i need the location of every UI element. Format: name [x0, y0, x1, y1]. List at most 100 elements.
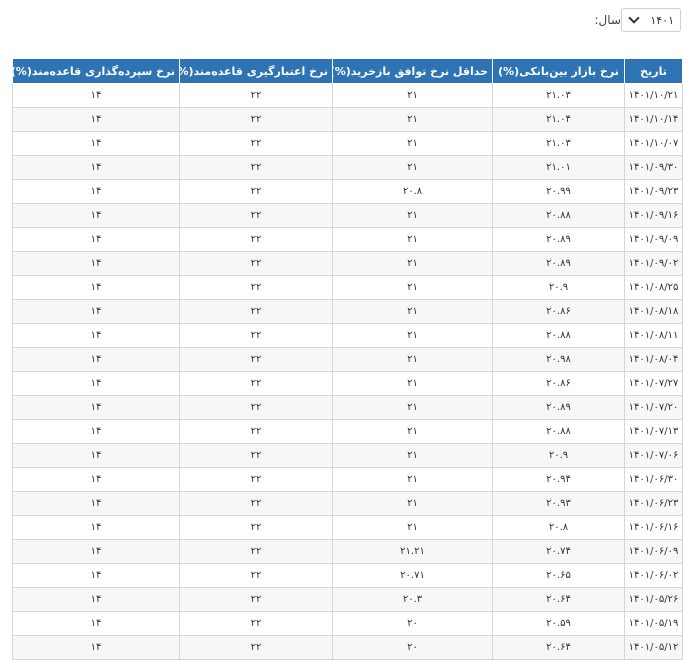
cell-interbank-rate: ۲۰.۶۴: [492, 635, 625, 660]
header-interbank-rate: نرخ بازار بین‌بانکی(%): [492, 58, 625, 84]
table-row: ۱۴۰۱/۰۵/۱۲ ۲۰.۶۴ ۲۰ ۲۲ ۱۴: [12, 635, 683, 660]
cell-standing-deposit-rate: ۱۴: [12, 203, 180, 228]
header-date: تاریخ: [624, 58, 683, 84]
cell-min-repo-rate: ۲۱: [332, 299, 493, 324]
cell-standing-credit-rate: ۲۲: [179, 203, 333, 228]
cell-interbank-rate: ۲۱.۰۱: [492, 155, 625, 180]
cell-standing-credit-rate: ۲۲: [179, 515, 333, 540]
cell-interbank-rate: ۲۱.۰۴: [492, 107, 625, 132]
cell-min-repo-rate: ۲۱: [332, 515, 493, 540]
cell-min-repo-rate: ۲۱: [332, 419, 493, 444]
cell-date: ۱۴۰۱/۰۵/۱۹: [624, 611, 683, 636]
header-standing-credit-rate: نرخ اعتبارگیری قاعده‌مند(%): [179, 58, 333, 84]
table-row: ۱۴۰۱/۱۰/۰۷ ۲۱.۰۳ ۲۱ ۲۲ ۱۴: [12, 131, 683, 156]
cell-standing-deposit-rate: ۱۴: [12, 539, 180, 564]
cell-date: ۱۴۰۱/۰۸/۱۸: [624, 299, 683, 324]
cell-interbank-rate: ۲۱.۰۳: [492, 83, 625, 108]
cell-min-repo-rate: ۲۱: [332, 227, 493, 252]
cell-standing-credit-rate: ۲۲: [179, 419, 333, 444]
cell-min-repo-rate: ۲۰.۷۱: [332, 563, 493, 588]
cell-standing-credit-rate: ۲۲: [179, 467, 333, 492]
cell-interbank-rate: ۲۰.۸۸: [492, 323, 625, 348]
table-row: ۱۴۰۱/۰۵/۲۶ ۲۰.۶۴ ۲۰.۳ ۲۲ ۱۴: [12, 587, 683, 612]
cell-standing-deposit-rate: ۱۴: [12, 299, 180, 324]
header-standing-deposit-rate: نرخ سپرده‌گذاری قاعده‌مند(%): [12, 58, 180, 84]
cell-date: ۱۴۰۱/۰۹/۰۹: [624, 227, 683, 252]
cell-min-repo-rate: ۲۱: [332, 203, 493, 228]
table-row: ۱۴۰۱/۰۷/۰۶ ۲۰.۹ ۲۱ ۲۲ ۱۴: [12, 443, 683, 468]
cell-min-repo-rate: ۲۰.۸: [332, 179, 493, 204]
table-row: ۱۴۰۱/۰۷/۱۳ ۲۰.۸۸ ۲۱ ۲۲ ۱۴: [12, 419, 683, 444]
table-row: ۱۴۰۱/۰۷/۲۷ ۲۰.۸۶ ۲۱ ۲۲ ۱۴: [12, 371, 683, 396]
cell-date: ۱۴۰۱/۰۸/۰۴: [624, 347, 683, 372]
cell-interbank-rate: ۲۰.۸۶: [492, 371, 625, 396]
cell-min-repo-rate: ۲۱: [332, 467, 493, 492]
cell-min-repo-rate: ۲۱: [332, 275, 493, 300]
cell-standing-deposit-rate: ۱۴: [12, 275, 180, 300]
cell-interbank-rate: ۲۰.۹۳: [492, 491, 625, 516]
cell-standing-deposit-rate: ۱۴: [12, 611, 180, 636]
cell-min-repo-rate: ۲۱: [332, 323, 493, 348]
chevron-down-icon[interactable]: [628, 12, 640, 24]
cell-standing-deposit-rate: ۱۴: [12, 179, 180, 204]
cell-standing-deposit-rate: ۱۴: [12, 107, 180, 132]
cell-standing-deposit-rate: ۱۴: [12, 251, 180, 276]
table-body: ۱۴۰۱/۱۰/۲۱ ۲۱.۰۳ ۲۱ ۲۲ ۱۴ ۱۴۰۱/۱۰/۱۴ ۲۱.۰۴ ۲۱ ۲۲…: [12, 83, 683, 660]
cell-standing-credit-rate: ۲۲: [179, 491, 333, 516]
cell-standing-deposit-rate: ۱۴: [12, 227, 180, 252]
cell-standing-credit-rate: ۲۲: [179, 635, 333, 660]
cell-standing-deposit-rate: ۱۴: [12, 155, 180, 180]
year-select[interactable]: ۱۴۰۱: [621, 8, 681, 32]
cell-standing-credit-rate: ۲۲: [179, 395, 333, 420]
year-label: سال:: [594, 13, 621, 27]
cell-standing-deposit-rate: ۱۴: [12, 419, 180, 444]
table-row: ۱۴۰۱/۰۶/۰۲ ۲۰.۶۵ ۲۰.۷۱ ۲۲ ۱۴: [12, 563, 683, 588]
cell-interbank-rate: ۲۰.۸۶: [492, 299, 625, 324]
year-select-value: ۱۴۰۱: [650, 13, 674, 27]
header-min-repo-rate: حداقل نرخ توافق بازخرید(%): [332, 58, 493, 84]
cell-date: ۱۴۰۱/۱۰/۰۷: [624, 131, 683, 156]
cell-interbank-rate: ۲۰.۷۴: [492, 539, 625, 564]
cell-standing-deposit-rate: ۱۴: [12, 491, 180, 516]
cell-standing-deposit-rate: ۱۴: [12, 371, 180, 396]
cell-standing-credit-rate: ۲۲: [179, 155, 333, 180]
cell-standing-deposit-rate: ۱۴: [12, 563, 180, 588]
cell-standing-deposit-rate: ۱۴: [12, 587, 180, 612]
cell-standing-deposit-rate: ۱۴: [12, 467, 180, 492]
table-row: ۱۴۰۱/۰۶/۰۹ ۲۰.۷۴ ۲۱.۲۱ ۲۲ ۱۴: [12, 539, 683, 564]
cell-date: ۱۴۰۱/۰۹/۰۲: [624, 251, 683, 276]
cell-min-repo-rate: ۲۱: [332, 443, 493, 468]
cell-min-repo-rate: ۲۱: [332, 83, 493, 108]
table-header-row: تاریخ نرخ بازار بین‌بانکی(%) حداقل نرخ ت…: [12, 58, 683, 84]
table-row: ۱۴۰۱/۰۸/۲۵ ۲۰.۹ ۲۱ ۲۲ ۱۴: [12, 275, 683, 300]
cell-standing-credit-rate: ۲۲: [179, 179, 333, 204]
cell-interbank-rate: ۲۰.۹: [492, 443, 625, 468]
cell-date: ۱۴۰۱/۰۸/۱۱: [624, 323, 683, 348]
cell-standing-deposit-rate: ۱۴: [12, 131, 180, 156]
cell-standing-credit-rate: ۲۲: [179, 275, 333, 300]
cell-min-repo-rate: ۲۱: [332, 491, 493, 516]
cell-min-repo-rate: ۲۱: [332, 107, 493, 132]
cell-min-repo-rate: ۲۱: [332, 371, 493, 396]
cell-standing-deposit-rate: ۱۴: [12, 83, 180, 108]
table-row: ۱۴۰۱/۰۸/۱۸ ۲۰.۸۶ ۲۱ ۲۲ ۱۴: [12, 299, 683, 324]
cell-standing-deposit-rate: ۱۴: [12, 635, 180, 660]
cell-date: ۱۴۰۱/۰۷/۰۶: [624, 443, 683, 468]
cell-standing-deposit-rate: ۱۴: [12, 347, 180, 372]
cell-min-repo-rate: ۲۱: [332, 251, 493, 276]
cell-interbank-rate: ۲۰.۹۴: [492, 467, 625, 492]
cell-date: ۱۴۰۱/۰۵/۱۲: [624, 635, 683, 660]
cell-min-repo-rate: ۲۱: [332, 131, 493, 156]
cell-min-repo-rate: ۲۰: [332, 635, 493, 660]
cell-date: ۱۴۰۱/۰۸/۲۵: [624, 275, 683, 300]
cell-interbank-rate: ۲۰.۵۹: [492, 611, 625, 636]
cell-standing-credit-rate: ۲۲: [179, 299, 333, 324]
cell-standing-credit-rate: ۲۲: [179, 227, 333, 252]
table-row: ۱۴۰۱/۱۰/۲۱ ۲۱.۰۳ ۲۱ ۲۲ ۱۴: [12, 83, 683, 108]
cell-date: ۱۴۰۱/۰۶/۲۳: [624, 491, 683, 516]
cell-min-repo-rate: ۲۱.۲۱: [332, 539, 493, 564]
cell-date: ۱۴۰۱/۰۶/۰۲: [624, 563, 683, 588]
cell-standing-deposit-rate: ۱۴: [12, 395, 180, 420]
table-row: ۱۴۰۱/۰۶/۱۶ ۲۰.۸ ۲۱ ۲۲ ۱۴: [12, 515, 683, 540]
cell-interbank-rate: ۲۱.۰۳: [492, 131, 625, 156]
